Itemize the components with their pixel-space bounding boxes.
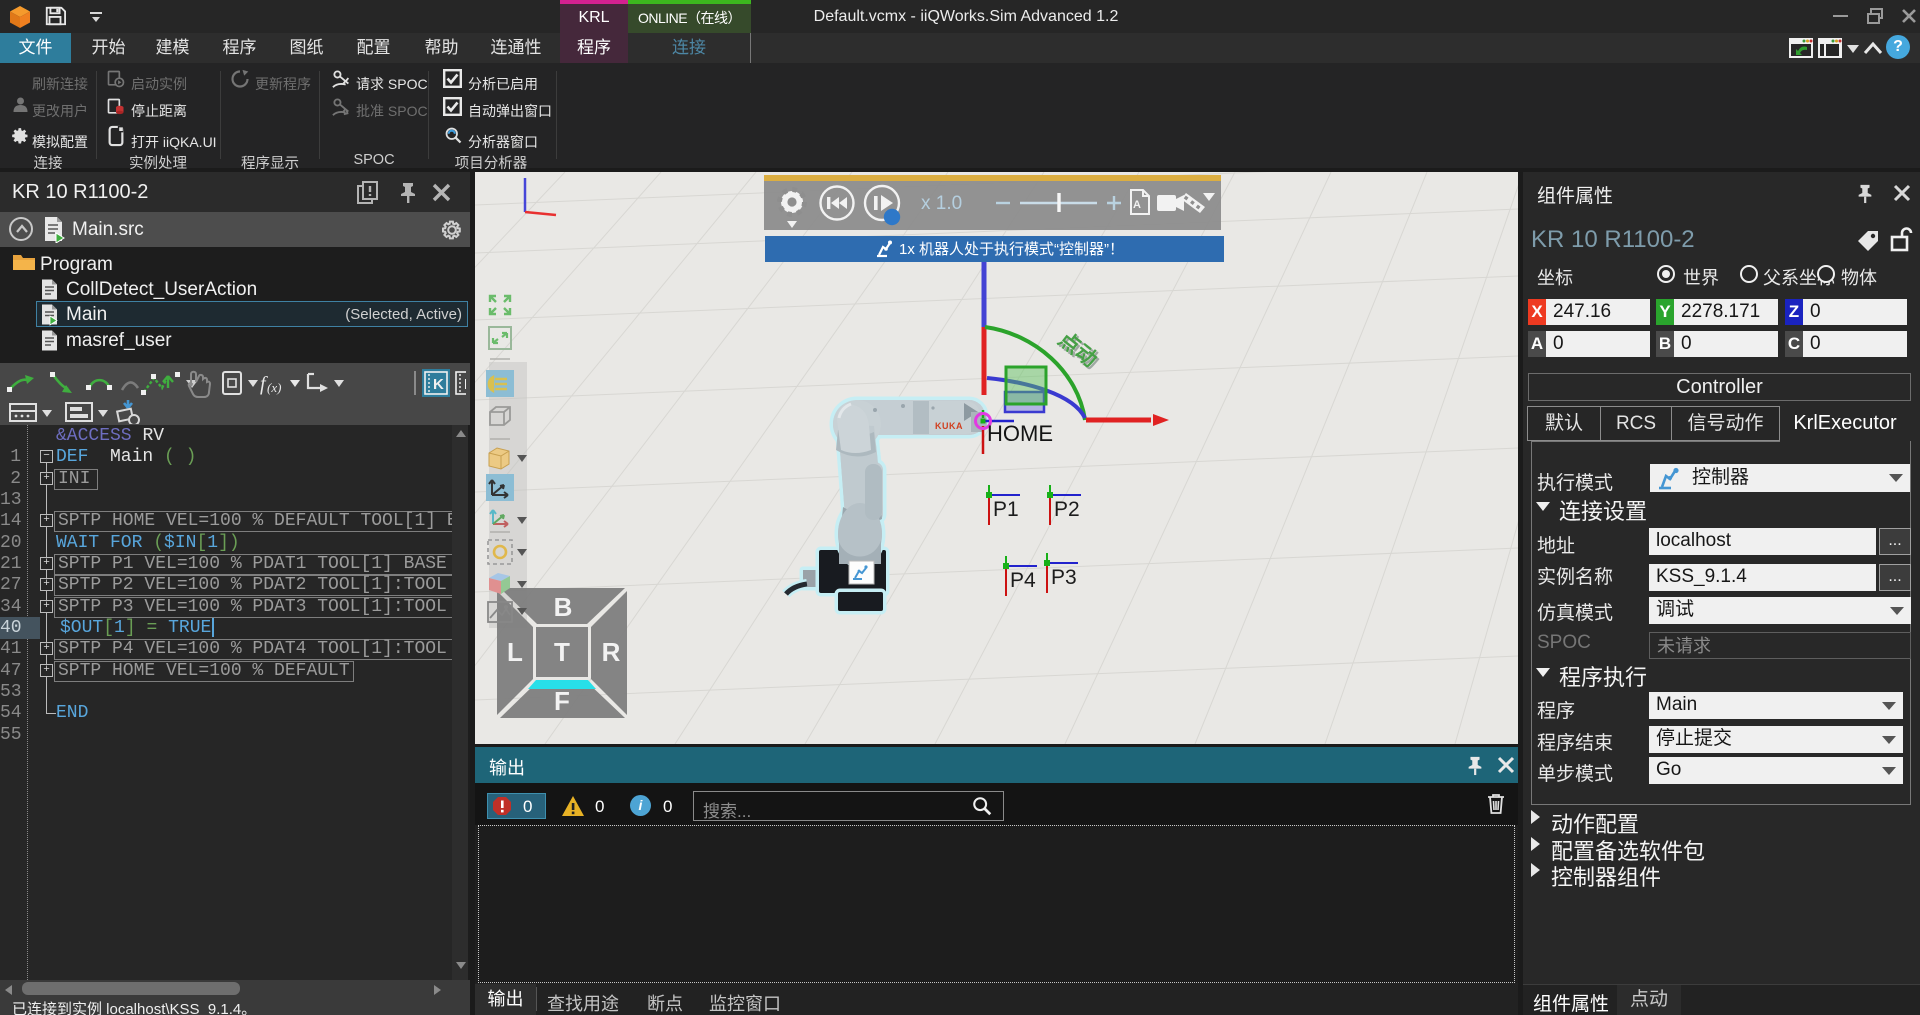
svg-text:F: F bbox=[554, 686, 570, 716]
svg-text:1x 机器人处于执行模式“控制器”！: 1x 机器人处于执行模式“控制器”！ bbox=[899, 241, 1124, 258]
svg-text:L: L bbox=[507, 637, 523, 667]
svg-text:B: B bbox=[554, 592, 573, 622]
svg-text:HOME: HOME bbox=[987, 421, 1053, 446]
svg-text:P2: P2 bbox=[1054, 498, 1080, 521]
svg-text:T: T bbox=[554, 637, 570, 667]
svg-text:P1: P1 bbox=[993, 498, 1019, 521]
svg-text:R: R bbox=[602, 637, 621, 667]
svg-text:P4: P4 bbox=[1010, 569, 1036, 592]
svg-text:K: K bbox=[433, 376, 444, 393]
svg-text:x 1.0: x 1.0 bbox=[921, 193, 962, 214]
svg-text:(x): (x) bbox=[267, 380, 281, 395]
svg-text:KUKA: KUKA bbox=[935, 421, 963, 431]
svg-text:A: A bbox=[1133, 199, 1141, 211]
svg-text:D: D bbox=[464, 376, 466, 393]
svg-text:P3: P3 bbox=[1051, 566, 1077, 589]
